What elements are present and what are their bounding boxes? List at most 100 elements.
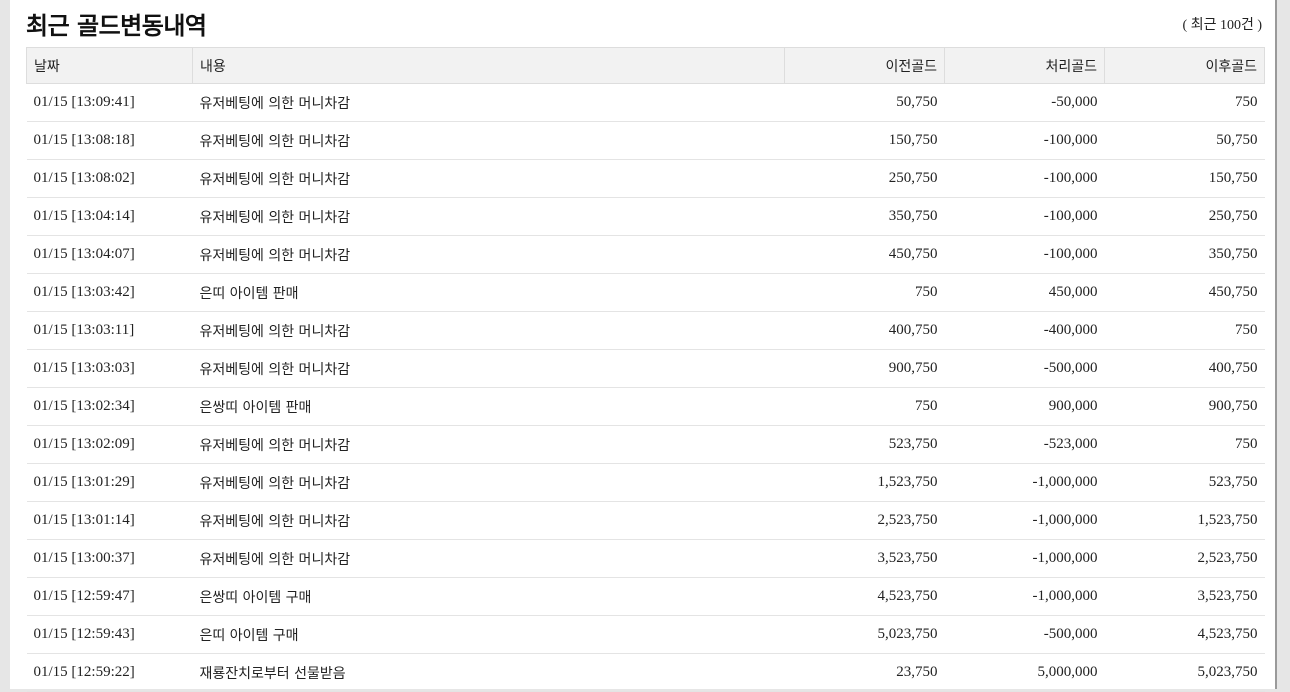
cell-date: 01/15 [12:59:43] [26,615,193,654]
table-row: 01/15 [13:03:42] 은띠 아이템 판매 750 450,000 450,7… [26,273,1265,312]
cell-description: 유저베팅에 의한 머니차감 [192,121,785,160]
cell-description: 유저베팅에 의한 머니차감 [192,83,785,122]
cell-gold-after: 5,023,750 [1104,653,1265,692]
cell-gold-change: -100,000 [944,235,1105,274]
cell-gold-before: 750 [784,273,945,312]
cell-gold-change: -523,000 [944,425,1105,464]
cell-date: 01/15 [13:04:07] [26,235,193,274]
cell-description: 재룡잔치로부터 선물받음 [192,653,785,692]
cell-date: 01/15 [13:03:11] [26,311,193,350]
table-row: 01/15 [13:09:41] 유저베팅에 의한 머니차감 50,750 -50,0… [26,83,1265,122]
column-header-date: 날짜 [26,47,193,84]
cell-gold-before: 5,023,750 [784,615,945,654]
cell-gold-after: 750 [1104,425,1265,464]
table-row: 01/15 [12:59:47] 은쌍띠 아이템 구매 4,523,750 -1,00… [26,577,1265,616]
table-row: 01/15 [13:00:37] 유저베팅에 의한 머니차감 3,523,750 -1… [26,539,1265,578]
record-count-label: ( 최근 100건 ) [1182,18,1262,33]
cell-gold-before: 350,750 [784,197,945,236]
cell-gold-after: 250,750 [1104,197,1265,236]
cell-gold-before: 4,523,750 [784,577,945,616]
cell-gold-after: 450,750 [1104,273,1265,312]
cell-gold-after: 50,750 [1104,121,1265,160]
column-header-gold-change: 처리골드 [944,47,1105,84]
cell-gold-change: -1,000,000 [944,501,1105,540]
table-row: 01/15 [13:03:03] 유저베팅에 의한 머니차감 900,750 -500… [26,349,1265,388]
cell-gold-change: 5,000,000 [944,653,1105,692]
table-row: 01/15 [13:04:14] 유저베팅에 의한 머니차감 350,750 -100… [26,197,1265,236]
cell-gold-change: -100,000 [944,197,1105,236]
table-row: 01/15 [13:01:14] 유저베팅에 의한 머니차감 2,523,750 -1… [26,501,1265,540]
table-row: 01/15 [13:08:02] 유저베팅에 의한 머니차감 250,750 -100… [26,159,1265,198]
cell-gold-before: 23,750 [784,653,945,692]
cell-date: 01/15 [12:59:22] [26,653,193,692]
table-row: 01/15 [12:59:43] 은띠 아이템 구매 5,023,750 -500,0… [26,615,1265,654]
cell-gold-after: 3,523,750 [1104,577,1265,616]
cell-gold-before: 250,750 [784,159,945,198]
cell-description: 유저베팅에 의한 머니차감 [192,235,785,274]
cell-gold-before: 2,523,750 [784,501,945,540]
cell-date: 01/15 [13:01:29] [26,463,193,502]
cell-gold-change: -500,000 [944,349,1105,388]
cell-gold-after: 350,750 [1104,235,1265,274]
cell-gold-after: 750 [1104,311,1265,350]
table-row: 01/15 [13:01:29] 유저베팅에 의한 머니차감 1,523,750 -1… [26,463,1265,502]
cell-gold-before: 900,750 [784,349,945,388]
cell-gold-after: 900,750 [1104,387,1265,426]
cell-date: 01/15 [13:03:03] [26,349,193,388]
cell-description: 유저베팅에 의한 머니차감 [192,425,785,464]
column-header-description: 내용 [192,47,785,84]
page-title: 최근 골드변동내역 [26,12,207,40]
cell-gold-change: 900,000 [944,387,1105,426]
column-header-gold-after: 이후골드 [1104,47,1265,84]
cell-gold-before: 3,523,750 [784,539,945,578]
cell-gold-after: 2,523,750 [1104,539,1265,578]
cell-description: 은쌍띠 아이템 판매 [192,387,785,426]
table-row: 01/15 [13:02:34] 은쌍띠 아이템 판매 750 900,000 900,… [26,387,1265,426]
table-body: 01/15 [13:09:41] 유저베팅에 의한 머니차감 50,750 -50,0… [26,83,1265,692]
cell-gold-change: -100,000 [944,121,1105,160]
cell-gold-after: 150,750 [1104,159,1265,198]
cell-date: 01/15 [13:08:02] [26,159,193,198]
cell-gold-after: 750 [1104,83,1265,122]
gold-history-table: 날짜 내용 이전골드 처리골드 이후골드 01/15 [13:09:41] 유저베… [26,47,1265,692]
cell-date: 01/15 [13:00:37] [26,539,193,578]
table-row: 01/15 [12:59:22] 재룡잔치로부터 선물받음 23,750 5,000,… [26,653,1265,692]
panel-header: 최근 골드변동내역 ( 최근 100건 ) [26,0,1262,46]
cell-description: 유저베팅에 의한 머니차감 [192,539,785,578]
cell-gold-change: -1,000,000 [944,539,1105,578]
cell-date: 01/15 [13:08:18] [26,121,193,160]
cell-gold-after: 400,750 [1104,349,1265,388]
cell-gold-change: 450,000 [944,273,1105,312]
cell-gold-after: 523,750 [1104,463,1265,502]
cell-gold-change: -1,000,000 [944,577,1105,616]
cell-gold-before: 50,750 [784,83,945,122]
cell-date: 01/15 [12:59:47] [26,577,193,616]
cell-description: 유저베팅에 의한 머니차감 [192,311,785,350]
table-row: 01/15 [13:08:18] 유저베팅에 의한 머니차감 150,750 -100… [26,121,1265,160]
cell-gold-change: -500,000 [944,615,1105,654]
cell-date: 01/15 [13:03:42] [26,273,193,312]
cell-description: 은띠 아이템 판매 [192,273,785,312]
table-row: 01/15 [13:03:11] 유저베팅에 의한 머니차감 400,750 -400… [26,311,1265,350]
table-header-row: 날짜 내용 이전골드 처리골드 이후골드 [26,47,1265,84]
column-header-gold-before: 이전골드 [784,47,945,84]
cell-description: 유저베팅에 의한 머니차감 [192,463,785,502]
cell-date: 01/15 [13:02:34] [26,387,193,426]
cell-gold-change: -50,000 [944,83,1105,122]
cell-gold-before: 1,523,750 [784,463,945,502]
cell-gold-before: 150,750 [784,121,945,160]
gold-history-panel: 최근 골드변동내역 ( 최근 100건 ) 날짜 내용 이전골드 처리골드 이후… [10,0,1277,692]
cell-gold-after: 1,523,750 [1104,501,1265,540]
cell-description: 은쌍띠 아이템 구매 [192,577,785,616]
cell-description: 유저베팅에 의한 머니차감 [192,197,785,236]
cell-gold-after: 4,523,750 [1104,615,1265,654]
cell-description: 은띠 아이템 구매 [192,615,785,654]
cell-gold-change: -100,000 [944,159,1105,198]
cell-date: 01/15 [13:04:14] [26,197,193,236]
cell-date: 01/15 [13:02:09] [26,425,193,464]
cell-gold-before: 750 [784,387,945,426]
cell-description: 유저베팅에 의한 머니차감 [192,349,785,388]
cell-gold-change: -400,000 [944,311,1105,350]
cell-gold-before: 400,750 [784,311,945,350]
cell-gold-before: 523,750 [784,425,945,464]
